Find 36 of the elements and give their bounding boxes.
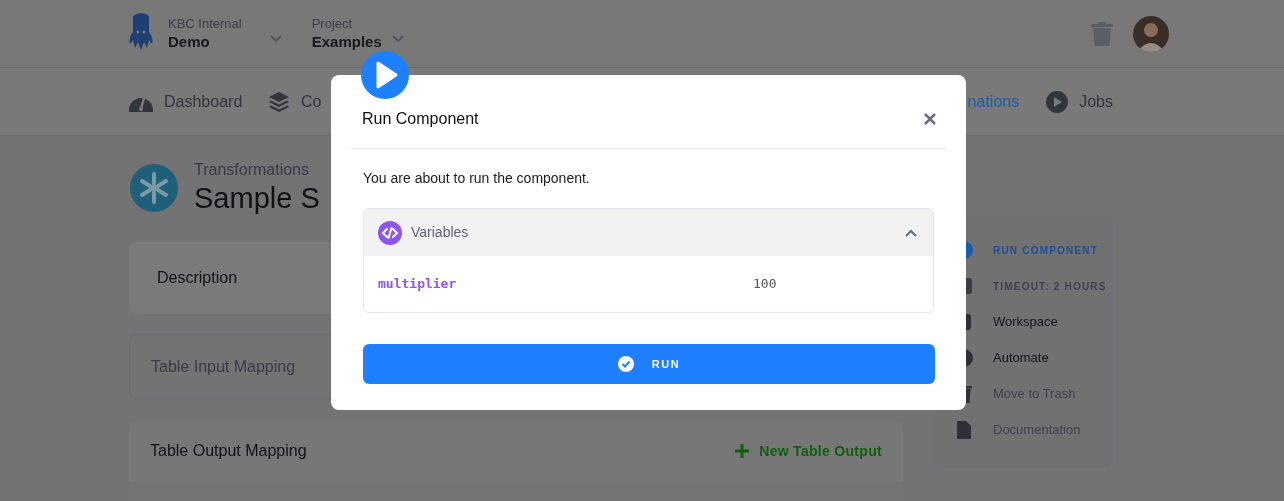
chevron-up-icon[interactable] bbox=[905, 228, 917, 237]
organization-label: KBC Internal bbox=[168, 15, 242, 32]
project-label: Project bbox=[311, 15, 354, 32]
nav-tab[interactable]: Jobs bbox=[1079, 89, 1113, 114]
variables-title: Variables bbox=[411, 223, 469, 242]
variable-name: multiplier bbox=[378, 275, 458, 294]
breadcrumb-link[interactable]: Transformations bbox=[194, 160, 320, 180]
play-circle-icon[interactable] bbox=[1046, 90, 1069, 113]
layers-icon[interactable] bbox=[268, 90, 290, 113]
card-title: Description bbox=[157, 268, 238, 288]
document-icon bbox=[957, 421, 971, 439]
avatar-icon[interactable] bbox=[1133, 15, 1169, 52]
project-name[interactable]: Examples bbox=[311, 31, 382, 52]
card-title: Table Input Mapping bbox=[151, 357, 296, 377]
dialog-message: You are about to run the component. bbox=[362, 169, 591, 188]
chevron-down-icon[interactable] bbox=[391, 34, 404, 43]
snowflake-logo-icon bbox=[130, 164, 178, 212]
sidebar-link[interactable]: Automate bbox=[993, 348, 1049, 368]
nav-tab[interactable]: Dashboard bbox=[164, 89, 243, 114]
page-title: Sample S bbox=[194, 181, 320, 216]
variable-value: 100 bbox=[753, 275, 777, 294]
organization-name[interactable]: Demo bbox=[168, 31, 242, 52]
nav-tab[interactable]: Co bbox=[301, 89, 322, 114]
nav-tab[interactable]: nations bbox=[967, 89, 1020, 114]
new-table-output-button[interactable]: New Table Output bbox=[735, 440, 882, 462]
sidebar-link[interactable]: Workspace bbox=[993, 312, 1058, 332]
code-icon bbox=[378, 220, 402, 245]
check-circle-icon bbox=[617, 356, 634, 372]
plus-icon bbox=[735, 444, 750, 458]
chevron-down-icon[interactable] bbox=[269, 34, 282, 43]
variables-header[interactable]: Variables bbox=[364, 209, 933, 256]
dialog-title: Run Component bbox=[362, 108, 479, 129]
card-title: Table Output Mapping bbox=[150, 441, 307, 461]
close-button[interactable] bbox=[924, 112, 936, 125]
run-button[interactable]: RUN bbox=[363, 344, 935, 384]
sidebar-link[interactable]: RUN COMPONENT bbox=[993, 242, 1099, 258]
